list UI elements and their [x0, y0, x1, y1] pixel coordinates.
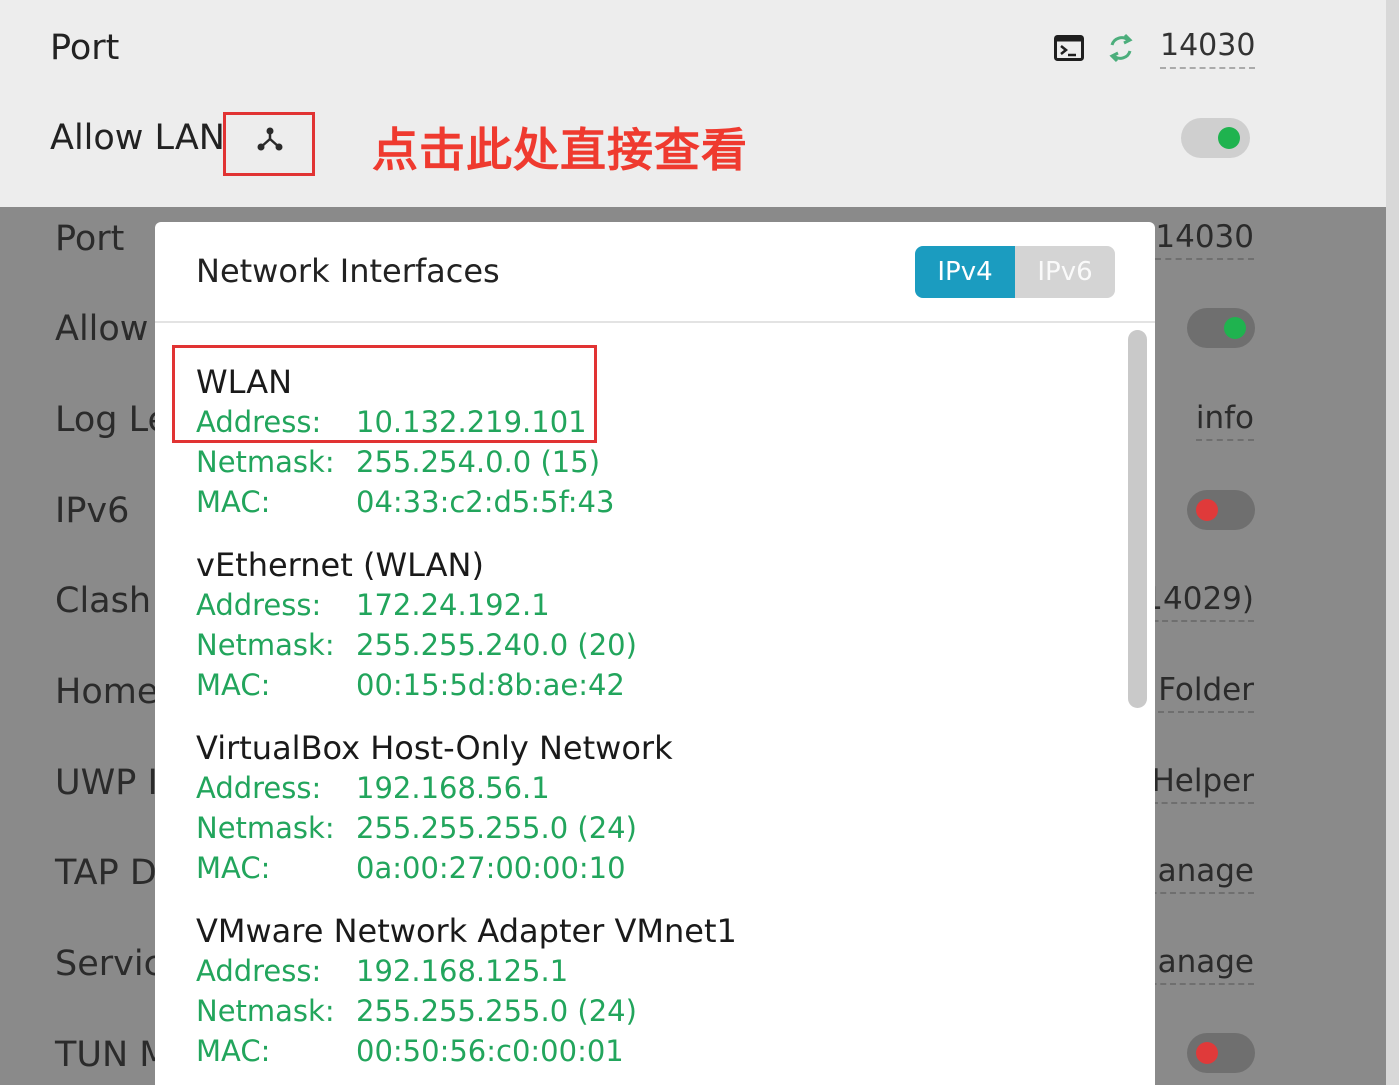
netmask-label: Netmask: [196, 628, 335, 662]
address-label: Address: [196, 954, 322, 988]
terminal-icon[interactable] [1054, 35, 1084, 61]
bg-value-home: Folder [1158, 672, 1254, 713]
bg-value-port: 14030 [1155, 219, 1254, 260]
scrollbar-thumb[interactable] [1128, 330, 1147, 708]
toggle-knob [1224, 317, 1246, 339]
bg-row-port: Port [55, 219, 125, 259]
mac-row: MAC: 00:50:56:c0:00:01 [196, 1031, 1096, 1071]
address-label: Address: [196, 588, 322, 622]
bg-toggle-tun [1187, 1033, 1255, 1073]
interface-item: VMware Network Adapter VMnet1 Address: 1… [196, 911, 1096, 1071]
bg-row-allow: Allow [55, 309, 149, 349]
netmask-value: 255.254.0.0 (15) [356, 445, 601, 479]
bg-row-log-level: Log Le [55, 400, 170, 440]
mac-label: MAC: [196, 851, 271, 885]
netmask-value: 255.255.240.0 (20) [356, 628, 637, 662]
address-value: 172.24.192.1 [356, 588, 550, 622]
netmask-label: Netmask: [196, 994, 335, 1028]
toggle-knob [1196, 1042, 1218, 1064]
bg-row-uwp: UWP I [55, 763, 158, 803]
bg-row-home: Home [55, 672, 159, 712]
bg-value-clash: 14029) [1143, 581, 1254, 622]
address-value: 192.168.125.1 [356, 954, 569, 988]
bg-toggle-ipv6 [1187, 490, 1255, 530]
mac-value: 00:50:56:c0:00:01 [356, 1034, 624, 1068]
bg-toggle-allow [1187, 308, 1255, 348]
bg-row-tun: TUN M [55, 1035, 170, 1075]
address-label: Address: [196, 771, 322, 805]
allow-lan-label: Allow LAN [50, 118, 225, 158]
netmask-row: Netmask: 255.255.255.0 (24) [196, 808, 1096, 848]
interface-item: vEthernet (WLAN) Address: 172.24.192.1 N… [196, 545, 1096, 705]
mac-row: MAC: 0a:00:27:00:00:10 [196, 848, 1096, 888]
port-label: Port [50, 28, 120, 68]
ip-version-segmented-control: IPv4 IPv6 [915, 246, 1115, 298]
interface-name: vEthernet (WLAN) [196, 546, 484, 584]
bg-row-clash: Clash [55, 581, 152, 621]
settings-top-strip: Port 14030 Allow LAN 点击此处直接查看 [0, 0, 1386, 207]
dialog-header: Network Interfaces IPv4 IPv6 [155, 222, 1155, 323]
bg-value-uwp: Helper [1151, 763, 1254, 804]
mac-row: MAC: 04:33:c2:d5:5f:43 [196, 482, 1096, 522]
bg-row-service: Servic [55, 944, 163, 984]
netmask-label: Netmask: [196, 811, 335, 845]
port-value-input[interactable]: 14030 [1160, 28, 1256, 69]
toggle-knob [1196, 499, 1218, 521]
mac-label: MAC: [196, 1034, 271, 1068]
address-value: 192.168.56.1 [356, 771, 550, 805]
mac-value: 00:15:5d:8b:ae:42 [356, 668, 625, 702]
mac-label: MAC: [196, 485, 271, 519]
dialog-title: Network Interfaces [196, 252, 500, 290]
netmask-label: Netmask: [196, 445, 335, 479]
bg-row-tap: TAP D [55, 853, 157, 893]
tab-ipv6[interactable]: IPv6 [1015, 246, 1115, 298]
mac-value: 04:33:c2:d5:5f:43 [356, 485, 615, 519]
toggle-knob [1218, 127, 1240, 149]
address-row: Address: 172.24.192.1 [196, 585, 1096, 625]
annotation-text: 点击此处直接查看 [372, 123, 748, 177]
netmask-value: 255.255.255.0 (24) [356, 994, 637, 1028]
wlan-highlight-box [172, 345, 597, 443]
mac-row: MAC: 00:15:5d:8b:ae:42 [196, 665, 1096, 705]
bg-row-ipv6: IPv6 [55, 491, 130, 531]
address-row: Address: 192.168.56.1 [196, 768, 1096, 808]
netmask-row: Netmask: 255.255.240.0 (20) [196, 625, 1096, 665]
allow-lan-toggle[interactable] [1181, 118, 1250, 158]
interface-name: VMware Network Adapter VMnet1 [196, 912, 737, 950]
interface-name: VirtualBox Host-Only Network [196, 729, 673, 767]
tab-ipv4[interactable]: IPv4 [915, 246, 1015, 298]
netmask-row: Netmask: 255.255.255.0 (24) [196, 991, 1096, 1031]
window-edge [1386, 0, 1399, 1085]
mac-label: MAC: [196, 668, 271, 702]
address-row: Address: 192.168.125.1 [196, 951, 1096, 991]
interface-list: WLAN Address: 10.132.219.101 Netmask: 25… [196, 362, 1096, 1085]
network-interfaces-icon[interactable] [255, 124, 285, 154]
refresh-icon[interactable] [1106, 31, 1136, 65]
mac-value: 0a:00:27:00:00:10 [356, 851, 626, 885]
netmask-row: Netmask: 255.254.0.0 (15) [196, 442, 1096, 482]
bg-value-log-level: info [1195, 400, 1254, 441]
netmask-value: 255.255.255.0 (24) [356, 811, 637, 845]
interface-item: VirtualBox Host-Only Network Address: 19… [196, 728, 1096, 888]
